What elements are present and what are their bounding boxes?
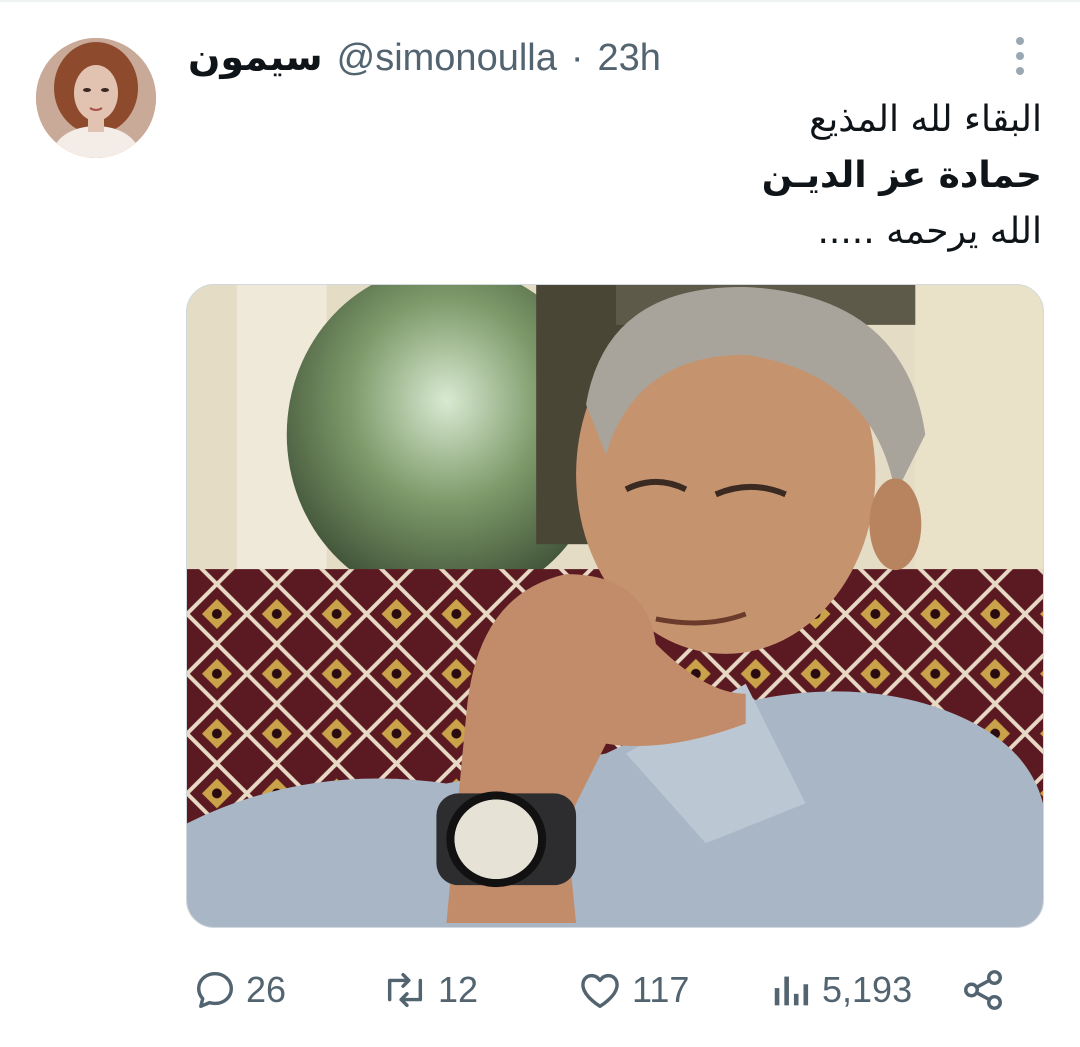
heart-icon [581, 973, 619, 1009]
tweet-photo[interactable] [186, 284, 1044, 928]
reply-count: 26 [246, 969, 287, 1010]
reply-icon [196, 971, 234, 1009]
tweet-text-line: البقاء لله المذيع [809, 99, 1042, 140]
more-dot [1016, 67, 1024, 75]
author-avatar[interactable] [36, 38, 156, 158]
tweet-text: البقاء لله المذيع حمادة عز الديـن الله ي… [442, 92, 1042, 260]
author-handle[interactable]: @simonoulla [337, 36, 557, 80]
tweet-timestamp[interactable]: 23h [598, 36, 661, 80]
share-button[interactable] [960, 960, 1006, 1020]
views-count: 5,193 [822, 969, 913, 1010]
like-count: 117 [632, 969, 690, 1010]
header-separator: · [570, 37, 584, 79]
retweet-icon [387, 972, 423, 1008]
views-button[interactable]: 5,193 [770, 960, 912, 1020]
share-icon [964, 970, 1002, 1010]
tweet-text-line: الله يرحمه ..... [817, 211, 1042, 252]
views-icon [774, 976, 809, 1006]
tweet-header: سيمون @simonoulla · 23h [188, 36, 661, 80]
tweet-text-line-bold: حمادة عز الديـن [761, 155, 1042, 196]
avatar-image [36, 38, 156, 158]
retweet-count: 12 [438, 969, 479, 1010]
reply-button[interactable]: 26 [192, 960, 286, 1020]
like-button[interactable]: 117 [576, 960, 689, 1020]
more-options-button[interactable] [1004, 36, 1036, 76]
more-dot [1016, 52, 1024, 60]
photo-image [187, 285, 1043, 927]
retweet-button[interactable]: 12 [380, 960, 478, 1020]
tweet-actions: 26 12 117 5,193 [0, 960, 1080, 1020]
top-divider [0, 0, 1080, 2]
author-display-name[interactable]: سيمون [188, 36, 323, 80]
more-vertical-icon [1016, 37, 1024, 45]
